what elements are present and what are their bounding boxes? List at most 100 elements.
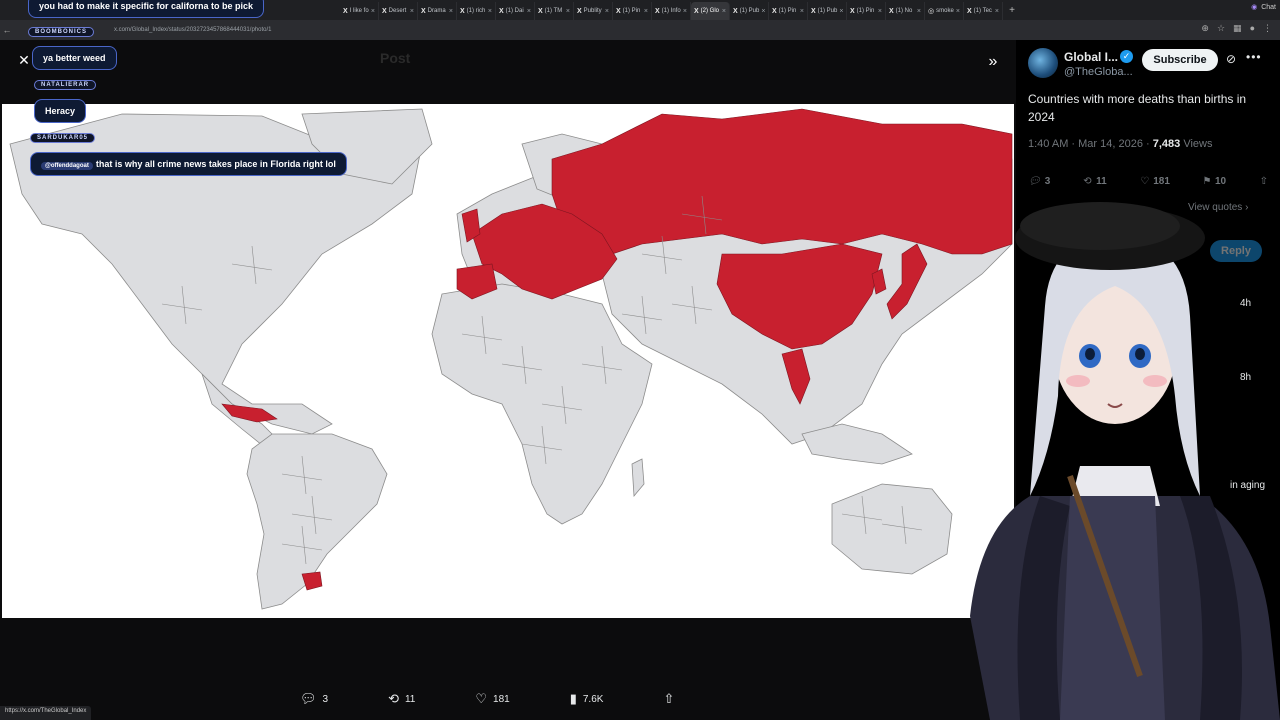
repost-action[interactable]: ⟲ 11 — [388, 691, 415, 707]
map-region-uruguay — [301, 571, 323, 591]
map-region-australia — [831, 483, 953, 575]
star-icon[interactable]: ☆ — [1217, 23, 1225, 34]
browser-tab[interactable]: X (2) Glo × — [691, 2, 730, 20]
tab-label: (1) rich — [466, 8, 486, 14]
tab-close-icon[interactable]: × — [371, 8, 375, 15]
tab-close-icon[interactable]: × — [410, 8, 414, 15]
tab-close-icon[interactable]: × — [488, 8, 492, 15]
tab-close-icon[interactable]: × — [566, 8, 570, 15]
tab-favicon-icon: X — [421, 7, 426, 15]
media-toolbar: 💬︎ 3 ⟲ 11 ♡ 181 ▮ 7.6K ⇧ — [300, 688, 730, 710]
url-field[interactable]: x.com/Global_Index/status/20327234578684… — [114, 27, 271, 33]
chat-username-4: SARDUKAR05 — [30, 133, 96, 143]
post-time[interactable]: 1:40 AM · Mar 14, 2026 · — [1028, 138, 1153, 150]
tab-favicon-icon: X — [655, 7, 660, 15]
tab-close-icon[interactable]: × — [527, 8, 531, 15]
tab-close-icon[interactable]: × — [605, 8, 609, 15]
zoom-icon[interactable]: ⊕ — [1201, 23, 1209, 34]
heart-icon: ♡ — [1140, 176, 1150, 187]
browser-tab[interactable]: X (1) Pin × — [613, 2, 652, 20]
tab-label: Drama — [427, 8, 446, 14]
collapse-sidebar-icon[interactable]: » — [980, 50, 1006, 76]
browser-tab[interactable]: X (1) TM × — [535, 2, 574, 20]
tab-favicon-icon: X — [733, 7, 738, 15]
sidebar-reply[interactable]: 💬︎ 3 — [1028, 176, 1050, 187]
browser-tab[interactable]: XI like fo × — [340, 2, 379, 20]
share-action[interactable]: ⇧ — [663, 691, 674, 707]
post-text: Countries with more deaths than births i… — [1028, 92, 1247, 124]
more-options-icon[interactable]: ••• — [1246, 50, 1262, 64]
tab-close-icon[interactable]: × — [995, 8, 999, 15]
grok-icon[interactable]: ⊘ — [1226, 52, 1236, 66]
new-tab-button[interactable]: + — [1003, 5, 1021, 16]
reply-icon: 💬︎ — [300, 691, 317, 706]
browser-tab[interactable]: ◎ smoke × — [925, 2, 964, 20]
browser-tab[interactable]: X Publity × — [574, 2, 613, 20]
close-icon[interactable]: ✕ — [14, 52, 34, 72]
bar-chart-icon: ▮ — [569, 691, 577, 706]
tab-close-icon[interactable]: × — [644, 8, 648, 15]
tab-label: (1) TM — [544, 8, 563, 14]
browser-tab[interactable]: X Drama × — [418, 2, 457, 20]
sidebar-repost-count: 11 — [1096, 176, 1107, 187]
tab-favicon-icon: X — [499, 7, 504, 15]
reply-icon: 💬︎ — [1028, 176, 1041, 187]
browser-tab[interactable]: X (1) Pin × — [847, 2, 886, 20]
profile-icon[interactable]: ● — [1250, 23, 1255, 34]
tab-label: Desert — [388, 8, 407, 14]
tab-label: (1) Info — [661, 8, 681, 14]
browser-tab[interactable]: X (1) Pin × — [769, 2, 808, 20]
tab-close-icon[interactable]: × — [917, 8, 921, 15]
subscribe-button[interactable]: Subscribe — [1142, 49, 1218, 71]
tab-favicon-icon: ◎ — [928, 8, 935, 15]
chat-message-2: ya better weed — [32, 46, 117, 70]
reply-count: 3 — [322, 693, 329, 705]
chat-username-2: BOOMBONICS — [28, 27, 94, 37]
sidebar-bookmark[interactable]: ⚑ 10 — [1203, 176, 1226, 187]
menu-icon[interactable]: ⋮ — [1263, 23, 1272, 34]
author-name[interactable]: Global I... — [1064, 50, 1118, 64]
chat-message-4-text: that is why all crime news takes place i… — [95, 159, 336, 169]
tab-close-icon[interactable]: × — [683, 8, 687, 15]
browser-tab[interactable]: X Desert × — [379, 2, 418, 20]
tab-favicon-icon: X — [460, 7, 465, 15]
back-icon[interactable]: ← — [0, 25, 14, 35]
chat-mention: @offenddagoat — [41, 162, 93, 170]
browser-tab[interactable]: X (1) rich × — [457, 2, 496, 20]
tab-close-icon[interactable]: × — [449, 8, 453, 15]
tab-close-icon[interactable]: × — [839, 8, 843, 15]
tab-close-icon[interactable]: × — [761, 8, 765, 15]
repost-icon: ⟲ — [388, 691, 399, 706]
browser-tab[interactable]: X (1) Pub × — [730, 2, 769, 20]
media-viewer: Post ✕ » 💬︎ 3 ⟲ 11 ♡ 181 ▮ 7.6K ⇧ — [0, 40, 1016, 720]
tab-favicon-icon: X — [889, 7, 894, 15]
tab-label: (1) Pin — [856, 8, 875, 14]
like-action[interactable]: ♡ 181 — [475, 691, 509, 707]
post-views-label: Views — [1180, 138, 1213, 150]
chat-icon[interactable]: ◉ — [1251, 3, 1257, 11]
sidebar-repost[interactable]: ⟲ 11 — [1084, 176, 1107, 187]
chat-label[interactable]: Chat — [1261, 4, 1276, 11]
author-handle[interactable]: @TheGloba... — [1064, 66, 1133, 78]
extensions-icon[interactable]: ▦ — [1233, 23, 1242, 34]
tab-list: XI like fo × X Desert × X Drama × X (1) rich × X (1)… — [340, 0, 1003, 20]
browser-tab[interactable]: X (1) Dai × — [496, 2, 535, 20]
tab-label: Publity — [583, 8, 602, 14]
tab-close-icon[interactable]: × — [878, 8, 882, 15]
sidebar-bookmark-count: 10 — [1214, 176, 1227, 187]
tab-close-icon[interactable]: × — [956, 8, 960, 15]
tab-label: (2) Glo — [700, 8, 720, 14]
views-action[interactable]: ▮ 7.6K — [570, 691, 604, 707]
tab-close-icon[interactable]: × — [722, 8, 726, 15]
sidebar-share[interactable]: ⇧ — [1260, 176, 1268, 187]
reply-action[interactable]: 💬︎ 3 — [300, 691, 328, 707]
chat-message-3: Heracy — [34, 99, 87, 123]
browser-tab[interactable]: X (1) Info × — [652, 2, 691, 20]
browser-tab[interactable]: X (1) No × — [886, 2, 925, 20]
map-region-russia — [551, 108, 1013, 255]
author-avatar[interactable] — [1028, 48, 1058, 78]
browser-tab[interactable]: X (1) Pub × — [808, 2, 847, 20]
tab-close-icon[interactable]: × — [800, 8, 804, 15]
sidebar-like[interactable]: ♡ 181 — [1140, 176, 1170, 187]
browser-tab[interactable]: X (1) Tec × — [964, 2, 1003, 20]
